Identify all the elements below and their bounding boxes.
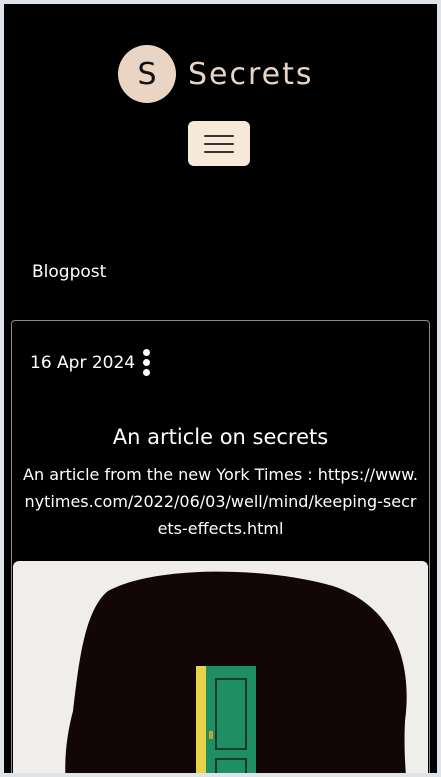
hamburger-icon bbox=[204, 134, 234, 137]
post-image bbox=[13, 561, 428, 773]
blog-post-card: 16 Apr 2024 An article on secrets An art… bbox=[11, 320, 430, 773]
section-heading: Blogpost bbox=[32, 262, 107, 282]
post-meta: 16 Apr 2024 bbox=[30, 349, 151, 376]
post-title: An article on secrets bbox=[112, 425, 329, 449]
post-description: An article from the new York Times : htt… bbox=[23, 465, 418, 538]
brand-logo[interactable]: S Secrets bbox=[118, 44, 314, 104]
menu-toggle-button[interactable] bbox=[188, 121, 250, 166]
page-frame: S Secrets Blogpost 16 Apr 2024 An articl… bbox=[4, 4, 437, 773]
post-date: 16 Apr 2024 bbox=[30, 352, 136, 373]
brand-name: Secrets bbox=[188, 56, 314, 92]
hamburger-icon bbox=[204, 142, 234, 145]
logo-badge: S bbox=[118, 45, 176, 103]
kebab-menu-icon[interactable] bbox=[143, 349, 151, 376]
open-door-illustration bbox=[65, 571, 407, 773]
hamburger-icon bbox=[204, 150, 234, 153]
